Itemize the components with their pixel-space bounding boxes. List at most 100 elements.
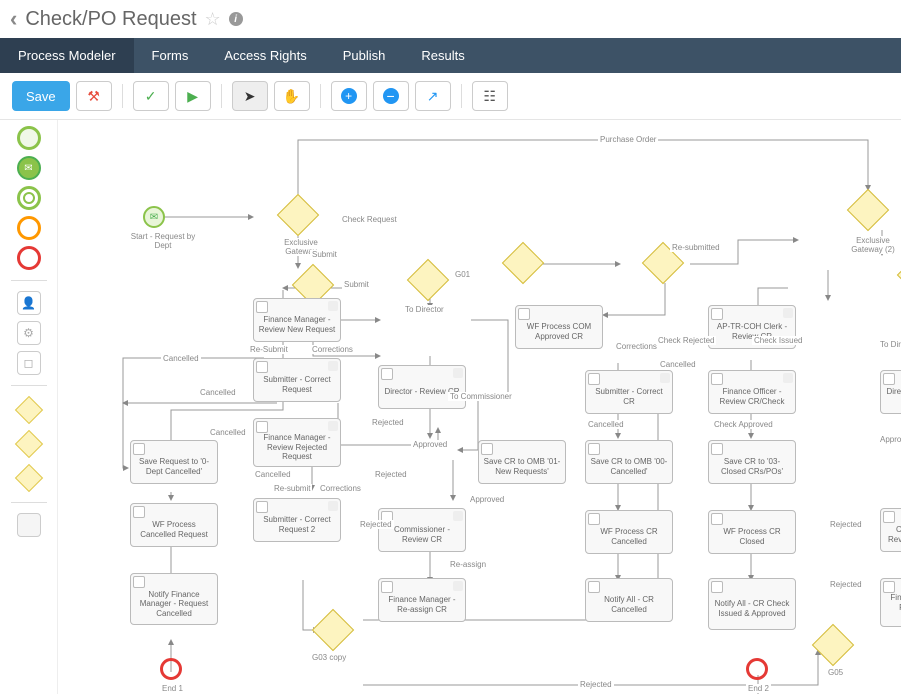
task-submitter-correct-cr[interactable]: Submitter - Correct CR <box>585 370 673 414</box>
palette: ▸ ✉ 👤 ⚙ ◻ <box>0 120 58 694</box>
edge-label: Corrections <box>310 345 355 354</box>
layout-button[interactable]: ☷ <box>472 81 508 111</box>
tab-results[interactable]: Results <box>403 38 482 73</box>
zoom-out-button[interactable]: − <box>373 81 409 111</box>
task-save-cancelled[interactable]: Save Request to '0-Dept Cancelled' <box>130 440 218 484</box>
task-submitter-correct[interactable]: Submitter - Correct Request <box>253 358 341 402</box>
edge-label: Re-Submit <box>248 345 290 354</box>
tab-publish[interactable]: Publish <box>325 38 404 73</box>
save-button[interactable]: Save <box>12 81 70 111</box>
edge-label: Purchase Order <box>598 135 658 144</box>
edge-label: Corrections <box>318 484 363 493</box>
task-director-review-po[interactable]: Director - Review PO Request <box>880 370 901 414</box>
plus-circle-icon: + <box>341 88 357 104</box>
palette-divider <box>11 280 47 281</box>
edge-label: Check Request <box>340 215 399 224</box>
edge-label: Submit <box>342 280 371 289</box>
end-event-2[interactable] <box>746 658 768 680</box>
parallel-gateway-icon[interactable] <box>14 464 42 492</box>
edge-label: To Director <box>878 340 901 349</box>
edge-label: Approved <box>878 435 901 444</box>
tab-forms[interactable]: Forms <box>134 38 207 73</box>
page-title: Check/PO Request <box>25 8 196 31</box>
task-fm-reassign[interactable]: Finance Manager - Re-assign CR <box>378 578 466 622</box>
start-event-icon[interactable] <box>17 126 41 150</box>
zoom-in-button[interactable]: + <box>331 81 367 111</box>
edge-label: Re-submitted <box>670 243 722 252</box>
task-fm-review-new[interactable]: Finance Manager - Review New Request <box>253 298 341 342</box>
edge-label: Rejected <box>358 520 394 529</box>
palette-divider <box>11 502 47 503</box>
toolbar-divider <box>320 84 321 108</box>
inclusive-gateway-icon[interactable] <box>14 430 42 458</box>
start-event[interactable]: ✉ <box>143 206 165 228</box>
run-button[interactable]: ▶ <box>175 81 211 111</box>
edge-label: Cancelled <box>658 360 698 369</box>
check-icon: ✓ <box>145 88 157 105</box>
task-fm-reassign-po[interactable]: Finance Manager - Re-assign PO Request <box>880 578 901 627</box>
pan-button[interactable]: ✋ <box>274 81 310 111</box>
edge-label: Check Rejected <box>656 336 716 345</box>
validate-button[interactable]: ✓ <box>133 81 169 111</box>
gateway-label: G05 <box>826 668 845 677</box>
task-commissioner-review-po[interactable]: Commissioner - Review PO Request <box>880 508 901 552</box>
task-finance-officer[interactable]: Finance Officer - Review CR/Check <box>708 370 796 414</box>
task-commissioner-review-cr[interactable]: Commissioner - Review CR <box>378 508 466 552</box>
info-icon[interactable]: i <box>229 12 243 26</box>
task-save-cr-03[interactable]: Save CR to '03-Closed CRs/POs' <box>708 440 796 484</box>
star-icon[interactable]: ☆ <box>205 9 221 30</box>
task-director-review-cr[interactable]: Director - Review CR <box>378 365 466 409</box>
user-task-icon[interactable]: 👤 <box>17 291 41 315</box>
edge-label: Cancelled <box>253 470 293 479</box>
edge-label: Rejected <box>828 520 864 529</box>
end-event-icon[interactable] <box>17 246 41 270</box>
toolbar: Save ⚒ ✓ ▶ ➤ ✋ + − ↗ ☷ <box>0 73 901 120</box>
message-start-icon[interactable]: ✉ <box>17 156 41 180</box>
edge-label: Cancelled <box>586 420 626 429</box>
toolbar-divider <box>122 84 123 108</box>
edge-label: Cancelled <box>161 354 201 363</box>
intermediate-event-icon[interactable] <box>17 186 41 210</box>
page-header: ‹ Check/PO Request ☆ i <box>0 0 901 38</box>
pointer-button[interactable]: ➤ <box>232 81 268 111</box>
tab-process-modeler[interactable]: Process Modeler <box>0 38 134 73</box>
fit-button[interactable]: ↗ <box>415 81 451 111</box>
task-submitter-correct-2[interactable]: Submitter - Correct Request 2 <box>253 498 341 542</box>
edge-label: Approved <box>411 440 449 449</box>
task-save-cr-omb00[interactable]: Save CR to OMB '00-Cancelled' <box>585 440 673 484</box>
edge-label: Rejected <box>373 470 409 479</box>
task-save-cr-omb01[interactable]: Save CR to OMB '01-New Requests' <box>478 440 566 484</box>
layout-icon: ☷ <box>483 88 496 105</box>
diagram-canvas[interactable]: ✉ Start - Request by Dept Exclusive Gate… <box>58 120 901 694</box>
exclusive-gateway-icon[interactable] <box>14 396 42 424</box>
end-event-1[interactable] <box>160 658 182 680</box>
gateway-label: G01 <box>453 270 472 279</box>
task-wf-cr-cancelled[interactable]: WF Process CR Cancelled <box>585 510 673 554</box>
edge-label: Rejected <box>828 580 864 589</box>
task-notify-fm-cancel[interactable]: Notify Finance Manager - Request Cancell… <box>130 573 218 625</box>
tools-button[interactable]: ⚒ <box>76 81 112 111</box>
canvas-area: ▸ ✉ 👤 ⚙ ◻ <box>0 120 901 694</box>
hand-icon: ✋ <box>283 88 300 105</box>
tab-bar: Process Modeler Forms Access Rights Publ… <box>0 38 901 73</box>
task-wf-cancelled[interactable]: WF Process Cancelled Request <box>130 503 218 547</box>
play-icon: ▶ <box>187 88 198 105</box>
task-wf-com-approved[interactable]: WF Process COM Approved CR <box>515 305 603 349</box>
annotation-icon[interactable] <box>17 513 41 537</box>
back-icon[interactable]: ‹ <box>10 6 17 32</box>
task-notify-all-cr-cancel[interactable]: Notify All - CR Cancelled <box>585 578 673 622</box>
pointer-icon: ➤ <box>244 88 256 105</box>
edge-label: Check Issued <box>752 336 804 345</box>
service-task-icon[interactable]: ⚙ <box>17 321 41 345</box>
task-wf-cr-closed[interactable]: WF Process CR Closed <box>708 510 796 554</box>
tab-access-rights[interactable]: Access Rights <box>206 38 324 73</box>
task-notify-all-issued[interactable]: Notify All - CR Check Issued & Approved <box>708 578 796 630</box>
timer-event-icon[interactable] <box>17 216 41 240</box>
edge-label: Approved <box>468 495 506 504</box>
palette-divider <box>11 385 47 386</box>
minus-circle-icon: − <box>383 88 399 104</box>
subprocess-icon[interactable]: ◻ <box>17 351 41 375</box>
toolbar-divider <box>461 84 462 108</box>
edge-label: To Director <box>403 305 446 314</box>
task-fm-review-rejected[interactable]: Finance Manager - Review Rejected Reques… <box>253 418 341 467</box>
